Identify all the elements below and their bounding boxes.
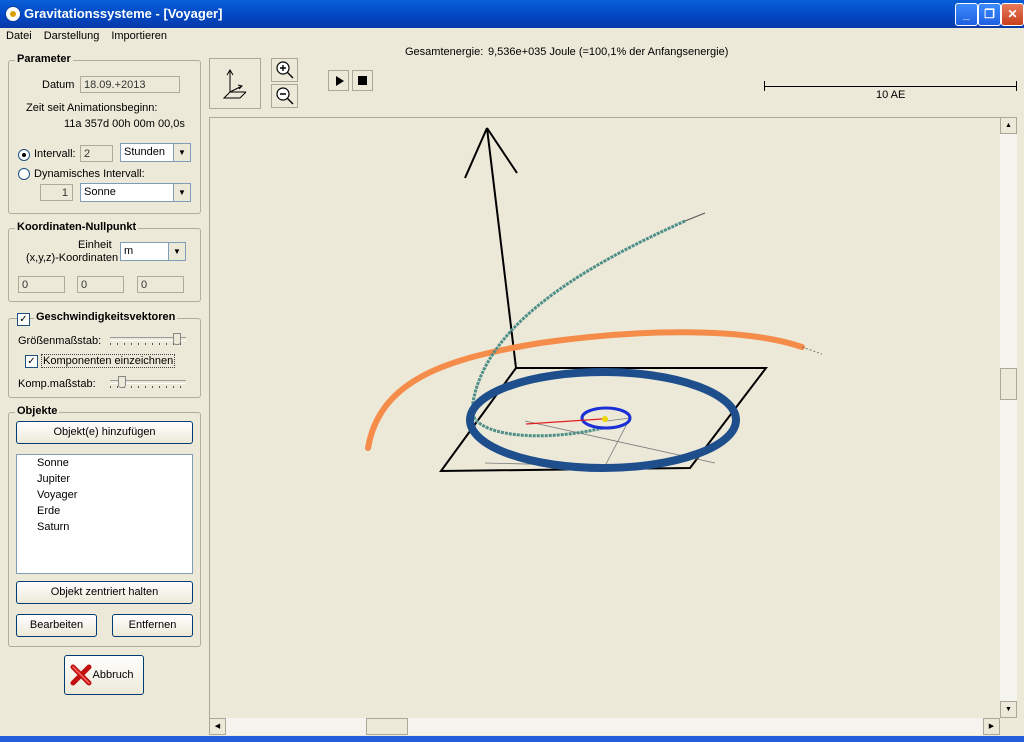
scroll-down-icon[interactable]: ▼ xyxy=(1000,701,1017,718)
scale-bar-label: 10 AE xyxy=(876,89,906,101)
voyager-vector xyxy=(684,212,706,222)
unit-label-2: (x,y,z)-Koordinaten xyxy=(26,252,119,264)
stop-icon xyxy=(358,76,367,85)
scroll-right-icon[interactable]: ▶ xyxy=(983,718,1000,735)
components-label[interactable]: Komponenten einzeichnen xyxy=(41,354,176,368)
scroll-corner xyxy=(1000,718,1017,735)
energy-value: 9,536e+035 Joule (=100,1% der Anfangsene… xyxy=(488,46,729,58)
zoom-in-icon xyxy=(276,61,294,79)
saturn-vector xyxy=(801,346,823,355)
zoom-out-icon xyxy=(276,87,294,105)
list-item-sonne[interactable]: Sonne xyxy=(17,455,192,471)
size-scale-slider[interactable] xyxy=(110,333,186,346)
unit-select[interactable]: m ▼ xyxy=(120,242,186,261)
menu-darstellung[interactable]: Darstellung xyxy=(38,28,106,42)
dynamic-interval-field[interactable]: 1 xyxy=(40,184,73,201)
abort-button[interactable]: Abbruch xyxy=(64,655,144,695)
interval-unit-select[interactable]: Stunden ▼ xyxy=(120,143,191,162)
voyager-trajectory xyxy=(470,219,686,438)
comp-scale-slider[interactable] xyxy=(110,376,186,389)
coord-x-field[interactable]: 0 xyxy=(18,276,65,293)
minimize-button[interactable]: _ xyxy=(955,3,978,26)
elapsed-value: 11a 357d 00h 00m 00,0s xyxy=(64,118,185,130)
stop-button[interactable] xyxy=(352,70,373,91)
coords-title: Koordinaten-Nullpunkt xyxy=(15,221,139,233)
list-item-jupiter[interactable]: Jupiter xyxy=(17,471,192,487)
vertical-scroll-thumb[interactable] xyxy=(1000,368,1017,400)
interval-label: Intervall: xyxy=(34,148,76,160)
comp-scale-label: Komp.maßstab: xyxy=(18,378,96,390)
unit-value: m xyxy=(124,245,134,257)
list-item-erde[interactable]: Erde xyxy=(17,503,192,519)
velocity-checkbox[interactable]: ✓ xyxy=(17,313,30,326)
components-checkbox[interactable]: ✓ xyxy=(25,355,38,368)
app-icon[interactable] xyxy=(5,6,21,22)
restore-button[interactable]: ❐ xyxy=(978,3,1001,26)
chevron-down-icon[interactable]: ▼ xyxy=(173,144,190,161)
center-object-button[interactable]: Objekt zentriert halten xyxy=(16,581,193,604)
dynamic-body-value: Sonne xyxy=(84,186,116,198)
view-axes-button[interactable] xyxy=(209,58,261,109)
velocity-title: Geschwindigkeitsvektoren xyxy=(34,311,178,323)
add-objects-button[interactable]: Objekt(e) hinzufügen xyxy=(16,421,193,444)
chevron-down-icon[interactable]: ▼ xyxy=(168,243,185,260)
parameter-title: Parameter xyxy=(15,53,73,65)
simulation-canvas[interactable] xyxy=(209,117,1001,719)
axes-view-icon xyxy=(222,69,247,99)
sun-marker xyxy=(602,416,608,422)
list-item-saturn[interactable]: Saturn xyxy=(17,519,192,535)
play-icon xyxy=(336,76,344,86)
objects-title: Objekte xyxy=(15,405,60,417)
orbit-view[interactable] xyxy=(210,118,1001,719)
remove-button[interactable]: Entfernen xyxy=(112,614,193,637)
taskbar-strip xyxy=(0,736,1024,742)
date-field: 18.09.+2013 xyxy=(80,76,180,93)
slider-thumb[interactable] xyxy=(118,376,126,388)
velocity-vector xyxy=(525,418,603,425)
window-title: Gravitationssysteme - [Voyager] xyxy=(24,6,223,21)
zoom-out-button[interactable] xyxy=(271,84,298,108)
size-scale-label: Größenmaßstab: xyxy=(18,335,102,347)
menu-bar: Datei Darstellung Importieren xyxy=(0,28,1024,44)
elapsed-label: Zeit seit Animationsbeginn: xyxy=(26,102,158,114)
list-item-voyager[interactable]: Voyager xyxy=(17,487,192,503)
interval-unit-value: Stunden xyxy=(124,146,165,158)
menu-datei[interactable]: Datei xyxy=(0,28,38,42)
scroll-up-icon[interactable]: ▲ xyxy=(1000,117,1017,134)
dynamic-interval-label: Dynamisches Intervall: xyxy=(34,168,145,180)
title-bar: Gravitationssysteme - [Voyager] _ ❐ ✕ xyxy=(0,0,1024,28)
horizontal-scroll-thumb[interactable] xyxy=(366,718,408,735)
zoom-in-button[interactable] xyxy=(271,58,298,82)
date-label: Datum xyxy=(42,79,75,91)
play-button[interactable] xyxy=(328,70,349,91)
slider-thumb[interactable] xyxy=(173,333,181,345)
dynamic-body-select[interactable]: Sonne ▼ xyxy=(80,183,191,202)
energy-label: Gesamtenergie: xyxy=(405,46,484,58)
chevron-down-icon[interactable]: ▼ xyxy=(173,184,190,201)
coord-y-field[interactable]: 0 xyxy=(77,276,124,293)
horizontal-scrollbar[interactable]: ◀ ▶ xyxy=(209,718,1000,735)
edit-button[interactable]: Bearbeiten xyxy=(16,614,97,637)
dynamic-interval-radio[interactable] xyxy=(18,168,30,180)
menu-importieren[interactable]: Importieren xyxy=(105,28,173,42)
vertical-scrollbar[interactable]: ▲ ▼ xyxy=(1000,117,1017,718)
unit-label-1: Einheit xyxy=(78,239,112,251)
abort-x-icon xyxy=(70,664,92,686)
abort-label: Abbruch xyxy=(92,669,134,681)
objects-list[interactable]: Sonne Jupiter Voyager Erde Saturn xyxy=(16,454,193,574)
coord-z-field[interactable]: 0 xyxy=(137,276,184,293)
interval-field[interactable]: 2 xyxy=(80,145,113,162)
interval-radio[interactable] xyxy=(18,149,30,161)
scroll-left-icon[interactable]: ◀ xyxy=(209,718,226,735)
close-button[interactable]: ✕ xyxy=(1001,3,1024,26)
